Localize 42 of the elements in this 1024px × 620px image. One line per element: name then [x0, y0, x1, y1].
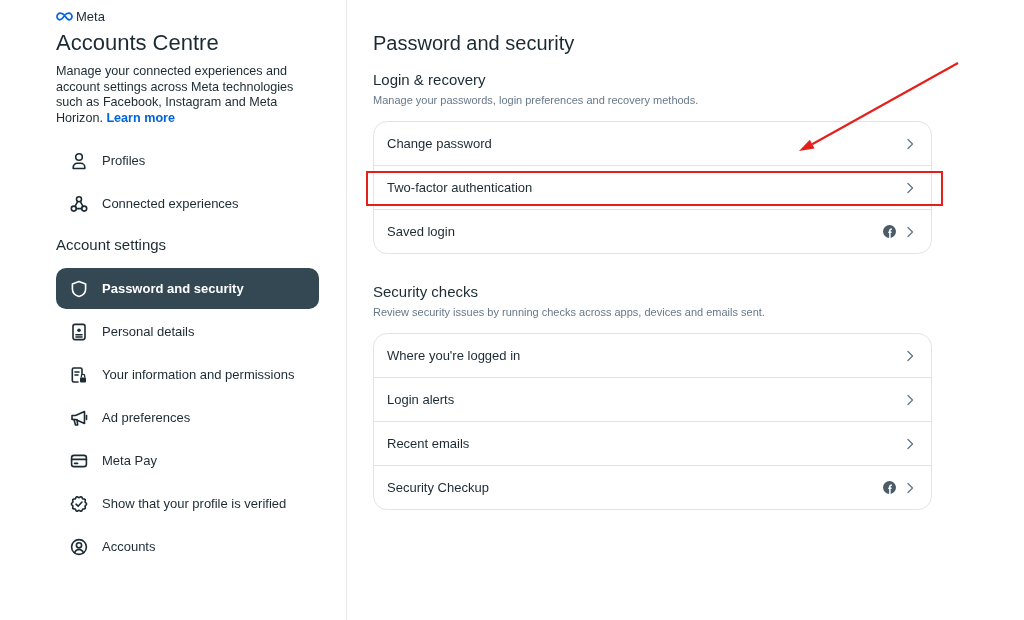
logo-text: Meta: [76, 10, 105, 23]
chevron-right-icon: [906, 181, 914, 194]
document-lock-icon: [70, 365, 88, 384]
section-title: Security checks: [373, 282, 480, 302]
chevron-right-icon: [906, 349, 914, 362]
nav-item[interactable]: Meta Pay: [56, 440, 319, 481]
linked-nodes-icon: [70, 194, 88, 213]
section-subtitle: Review security issues by running checks across apps, devices and emails sent.: [373, 305, 766, 319]
settings-row[interactable]: Security Checkup: [374, 466, 931, 509]
settings-row[interactable]: Login alerts: [374, 378, 931, 421]
description-text: Manage your connected experiences and account settings across Meta technologies such as Facebook, Instagram and Meta Horizon. Learn more: [56, 64, 295, 126]
settings-row[interactable]: Where you're logged in: [374, 334, 931, 377]
megaphone-icon: [70, 408, 88, 427]
nav-item[interactable]: Your information and permissions: [56, 354, 319, 395]
page-title: Password and security: [373, 31, 576, 56]
settings-row[interactable]: Two-factor authentication: [374, 166, 931, 209]
id-card-icon: [70, 322, 88, 341]
section-subtitle: Manage your passwords, login preferences and recovery methods.: [373, 93, 700, 107]
person-icon: [70, 151, 88, 170]
nav-item[interactable]: Connected experiences: [56, 183, 319, 224]
nav-item[interactable]: Ad preferences: [56, 397, 319, 438]
nav-item[interactable]: Show that your profile is verified: [56, 483, 319, 524]
settings-row[interactable]: Change password: [374, 122, 931, 165]
nav-item[interactable]: Accounts: [56, 526, 319, 567]
settings-row[interactable]: Recent emails: [374, 422, 931, 465]
section-heading: Account settings: [56, 235, 168, 255]
shield-icon: [70, 279, 88, 298]
chevron-right-icon: [906, 481, 914, 494]
section-title: Login & recovery: [373, 70, 487, 90]
chevron-right-icon: [906, 225, 914, 238]
person-circle-icon: [70, 537, 88, 556]
chevron-right-icon: [906, 393, 914, 406]
chevron-right-icon: [906, 137, 914, 150]
sidebar-title: Accounts Centre: [56, 29, 220, 57]
nav-item[interactable]: Profiles: [56, 140, 319, 181]
nav-item[interactable]: Password and security: [56, 268, 319, 309]
chevron-right-icon: [906, 437, 914, 450]
learn-more-link[interactable]: Learn more: [106, 110, 175, 125]
nav-item[interactable]: Personal details: [56, 311, 319, 352]
settings-row[interactable]: Saved login: [374, 210, 931, 253]
badge-check-icon: [70, 494, 88, 513]
infinity-logo-icon: [56, 12, 73, 21]
